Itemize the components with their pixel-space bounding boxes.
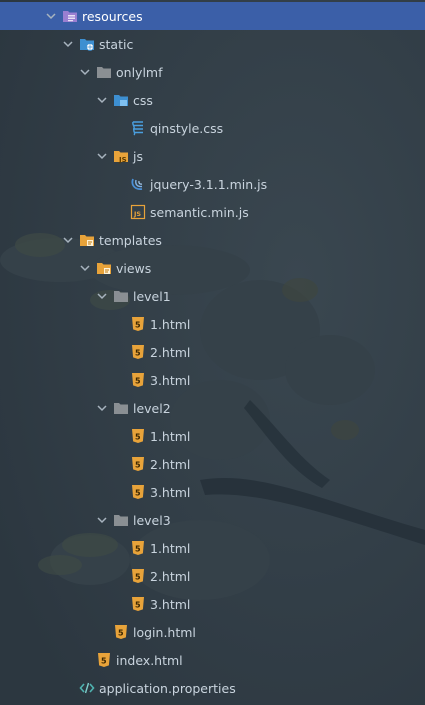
html-file-icon: 5 bbox=[130, 428, 146, 444]
tree-item-level2[interactable]: level2 bbox=[0, 394, 425, 422]
templates-folder-icon bbox=[96, 260, 112, 276]
tree-item-js[interactable]: JS js bbox=[0, 142, 425, 170]
svg-text:5: 5 bbox=[135, 489, 141, 498]
tree-item-html-file[interactable]: 5 2.html bbox=[0, 562, 425, 590]
chevron-down-icon[interactable] bbox=[95, 401, 109, 415]
tree-item-label: resources bbox=[82, 8, 143, 24]
svg-text:5: 5 bbox=[135, 349, 141, 358]
chevron-down-icon[interactable] bbox=[78, 261, 92, 275]
tree-item-label: static bbox=[99, 36, 134, 52]
svg-text:5: 5 bbox=[118, 629, 124, 638]
project-file-tree: resources static onlylmf css qinstyle.cs… bbox=[0, 2, 425, 702]
tree-item-label: 1.html bbox=[150, 428, 191, 444]
properties-file-icon bbox=[79, 680, 95, 696]
chevron-down-icon[interactable] bbox=[95, 289, 109, 303]
chevron-down-icon[interactable] bbox=[61, 233, 75, 247]
tree-item-label: onlylmf bbox=[116, 64, 163, 80]
resources-folder-icon bbox=[62, 8, 78, 24]
tree-item-jquery-js[interactable]: jquery-3.1.1.min.js bbox=[0, 170, 425, 198]
tree-item-label: index.html bbox=[116, 652, 183, 668]
chevron-down-icon[interactable] bbox=[95, 93, 109, 107]
tree-item-label: templates bbox=[99, 232, 162, 248]
svg-text:5: 5 bbox=[135, 321, 141, 330]
tree-item-index-html[interactable]: 5 index.html bbox=[0, 646, 425, 674]
tree-item-application-properties[interactable]: application.properties bbox=[0, 674, 425, 702]
svg-text:5: 5 bbox=[135, 461, 141, 470]
tree-item-semantic-js[interactable]: JS semantic.min.js bbox=[0, 198, 425, 226]
tree-item-label: 1.html bbox=[150, 540, 191, 556]
folder-icon bbox=[113, 400, 129, 416]
html-file-icon: 5 bbox=[130, 568, 146, 584]
tree-item-label: 2.html bbox=[150, 456, 191, 472]
templates-folder-icon bbox=[79, 232, 95, 248]
svg-text:5: 5 bbox=[135, 601, 141, 610]
tree-item-templates[interactable]: templates bbox=[0, 226, 425, 254]
tree-item-label: semantic.min.js bbox=[150, 204, 249, 220]
html-file-icon: 5 bbox=[113, 624, 129, 640]
tree-item-level3[interactable]: level3 bbox=[0, 506, 425, 534]
tree-item-label: css bbox=[133, 92, 153, 108]
tree-item-css[interactable]: css bbox=[0, 86, 425, 114]
tree-item-label: js bbox=[133, 148, 143, 164]
svg-text:5: 5 bbox=[135, 377, 141, 386]
html-file-icon: 5 bbox=[130, 484, 146, 500]
html-file-icon: 5 bbox=[96, 652, 112, 668]
tree-item-html-file[interactable]: 5 2.html bbox=[0, 450, 425, 478]
html-file-icon: 5 bbox=[130, 372, 146, 388]
html-file-icon: 5 bbox=[130, 540, 146, 556]
tree-item-label: jquery-3.1.1.min.js bbox=[150, 176, 268, 192]
tree-item-html-file[interactable]: 5 2.html bbox=[0, 338, 425, 366]
svg-text:JS: JS bbox=[118, 156, 127, 164]
css-folder-icon bbox=[113, 92, 129, 108]
chevron-down-icon[interactable] bbox=[61, 37, 75, 51]
tree-item-label: 2.html bbox=[150, 344, 191, 360]
css-file-icon bbox=[130, 120, 146, 136]
html-file-icon: 5 bbox=[130, 316, 146, 332]
js-folder-icon: JS bbox=[113, 148, 129, 164]
svg-text:5: 5 bbox=[101, 657, 107, 666]
tree-item-label: application.properties bbox=[99, 680, 236, 696]
tree-item-label: 3.html bbox=[150, 596, 191, 612]
svg-text:5: 5 bbox=[135, 545, 141, 554]
tree-item-html-file[interactable]: 5 1.html bbox=[0, 310, 425, 338]
svg-text:JS: JS bbox=[133, 210, 141, 218]
chevron-down-icon[interactable] bbox=[95, 149, 109, 163]
folder-icon bbox=[113, 512, 129, 528]
tree-item-static[interactable]: static bbox=[0, 30, 425, 58]
svg-text:5: 5 bbox=[135, 573, 141, 582]
tree-item-views[interactable]: views bbox=[0, 254, 425, 282]
tree-item-label: level2 bbox=[133, 400, 171, 416]
chevron-down-icon[interactable] bbox=[44, 9, 58, 23]
tree-item-html-file[interactable]: 5 3.html bbox=[0, 366, 425, 394]
tree-item-label: 3.html bbox=[150, 372, 191, 388]
html-file-icon: 5 bbox=[130, 344, 146, 360]
folder-icon bbox=[96, 64, 112, 80]
tree-item-label: 1.html bbox=[150, 316, 191, 332]
tree-item-level1[interactable]: level1 bbox=[0, 282, 425, 310]
folder-icon bbox=[113, 288, 129, 304]
tree-item-html-file[interactable]: 5 1.html bbox=[0, 534, 425, 562]
tree-item-label: 2.html bbox=[150, 568, 191, 584]
tree-item-html-file[interactable]: 5 1.html bbox=[0, 422, 425, 450]
tree-item-qinstyle-css[interactable]: qinstyle.css bbox=[0, 114, 425, 142]
tree-item-onlylmf[interactable]: onlylmf bbox=[0, 58, 425, 86]
tree-item-label: level3 bbox=[133, 512, 171, 528]
html-file-icon: 5 bbox=[130, 456, 146, 472]
tree-item-label: 3.html bbox=[150, 484, 191, 500]
tree-item-label: level1 bbox=[133, 288, 171, 304]
tree-item-label: login.html bbox=[133, 624, 196, 640]
tree-item-resources[interactable]: resources bbox=[0, 2, 425, 30]
js-file-icon: JS bbox=[130, 204, 146, 220]
html-file-icon: 5 bbox=[130, 596, 146, 612]
svg-text:5: 5 bbox=[135, 433, 141, 442]
web-folder-icon bbox=[79, 36, 95, 52]
tree-item-label: views bbox=[116, 260, 152, 276]
chevron-down-icon[interactable] bbox=[95, 513, 109, 527]
chevron-down-icon[interactable] bbox=[78, 65, 92, 79]
tree-item-html-file[interactable]: 5 3.html bbox=[0, 590, 425, 618]
tree-item-login-html[interactable]: 5 login.html bbox=[0, 618, 425, 646]
tree-item-html-file[interactable]: 5 3.html bbox=[0, 478, 425, 506]
tree-item-label: qinstyle.css bbox=[150, 120, 224, 136]
jquery-file-icon bbox=[130, 176, 146, 192]
